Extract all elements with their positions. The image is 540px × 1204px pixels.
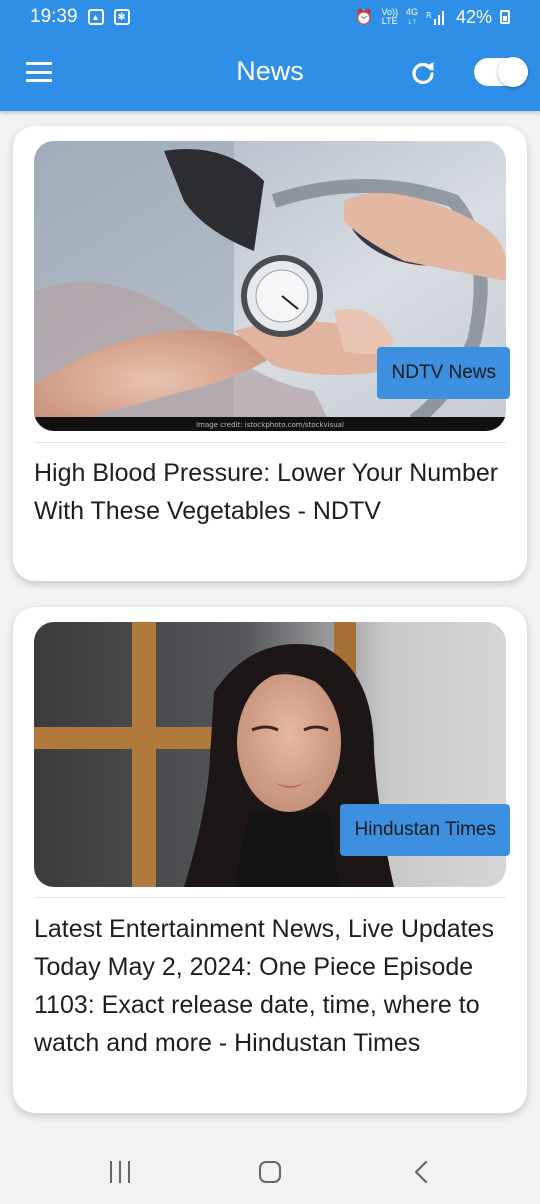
app-bar: News [0,34,540,111]
status-right: ⏰ Vo)) LTE 4G ↓↑ R 42% [355,7,510,28]
news-card[interactable]: Image credit: istockphoto.com/stockvisua… [13,126,527,581]
back-icon[interactable] [412,1160,432,1184]
article-headline[interactable]: Latest Entertainment News, Live Updates … [34,910,508,1062]
volte-icon: Vo)) LTE [381,8,398,26]
network-gen-icon: 4G ↓↑ [405,7,418,26]
divider [34,442,506,443]
page-title: News [236,56,304,86]
menu-line [26,62,52,65]
alarm-icon: ⏰ [354,9,374,26]
source-badge[interactable]: Hindustan Times [340,804,510,856]
network-gen: 4G [405,7,418,17]
system-nav-bar [0,1140,540,1204]
gallery-icon: ▴ [87,9,104,25]
refresh-icon[interactable] [408,58,438,88]
news-card[interactable]: Hindustan Times Latest Entertainment New… [13,607,527,1113]
dark-mode-toggle[interactable] [474,57,528,87]
menu-line [26,70,52,74]
recents-icon[interactable] [108,1161,132,1183]
fitness-icon: ✱ [113,9,130,25]
article-headline[interactable]: High Blood Pressure: Lower Your Number W… [34,454,508,530]
svg-text:R: R [426,11,432,20]
volte-bottom: LTE [381,16,398,26]
divider [34,897,506,898]
menu-icon[interactable] [26,62,52,82]
battery-icon [500,10,510,24]
toggle-knob [498,57,528,87]
menu-line [26,79,52,82]
signal-icon: R [426,11,444,25]
status-left: 19:39 ▴ ✱ [30,6,130,28]
battery-percent: 42% [455,6,492,27]
source-badge[interactable]: NDTV News [377,347,510,399]
status-bar: 19:39 ▴ ✱ ⏰ Vo)) LTE 4G ↓↑ R 42% [0,0,540,34]
status-time: 19:39 [30,6,78,27]
image-credit: Image credit: istockphoto.com/stockvisua… [196,421,344,429]
home-icon[interactable] [259,1161,281,1183]
